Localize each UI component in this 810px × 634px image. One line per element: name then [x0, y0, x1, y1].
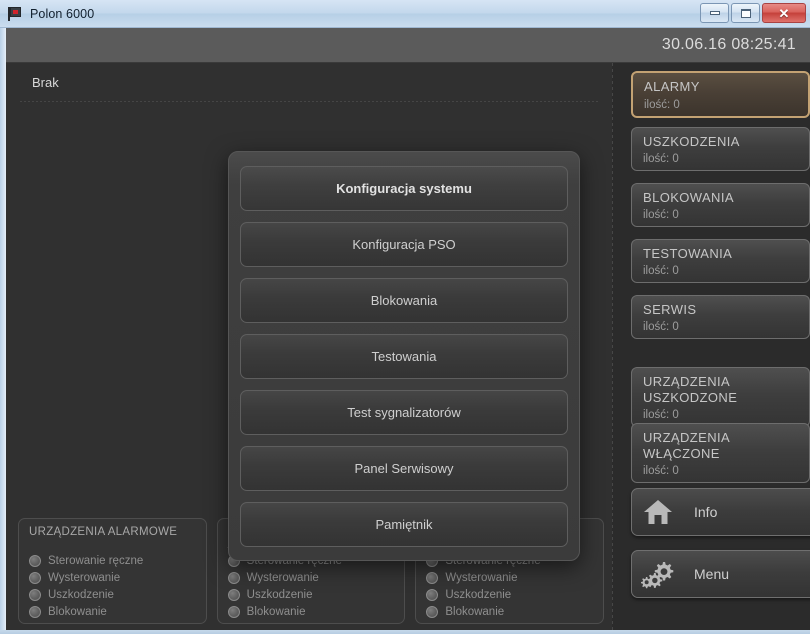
sidebar-status-title: USZKODZENIA: [643, 134, 740, 149]
device-indicator-row: Sterowanie ręczne: [29, 552, 196, 569]
device-indicator-row: Uszkodzenie: [426, 586, 593, 603]
device-indicator-row: Uszkodzenie: [29, 586, 196, 603]
led-indicator-icon: [426, 588, 439, 601]
device-indicator-row: Uszkodzenie: [227, 586, 395, 603]
home-icon: [632, 498, 684, 526]
device-indicator-row: Blokowanie: [29, 603, 196, 620]
sidebar-status-button[interactable]: SERWIS ilość: 0: [631, 295, 810, 339]
top-status-strip: 30.06.16 08:25:41: [6, 28, 810, 63]
led-indicator-icon: [29, 554, 41, 567]
sidebar-status-button[interactable]: USZKODZENIA ilość: 0: [631, 127, 810, 171]
menu-dialog-button[interactable]: Blokowania: [240, 278, 568, 323]
led-indicator-icon: [29, 571, 41, 584]
minimize-button[interactable]: [700, 3, 729, 23]
led-indicator-icon: [227, 571, 240, 584]
led-indicator-icon: [29, 605, 41, 618]
sidebar-status-title: BLOKOWANIA: [643, 190, 734, 205]
menu-dialog-button[interactable]: Pamiętnik: [240, 502, 568, 547]
device-indicator-label: Sterowanie ręczne: [48, 554, 144, 567]
content-divider: [20, 101, 600, 102]
datetime-display: 30.06.16 08:25:41: [661, 36, 796, 53]
gears-icon: [632, 559, 684, 589]
sidebar-status-count: ilość: 0: [644, 99, 680, 111]
device-indicator-row: Blokowanie: [227, 603, 395, 620]
sidebar-status-title: SERWIS: [643, 302, 697, 317]
close-icon: ✕: [778, 5, 790, 21]
menu-dialog-button[interactable]: Konfiguracja PSO: [240, 222, 568, 267]
sidebar-status-button[interactable]: BLOKOWANIA ilość: 0: [631, 183, 810, 227]
sidebar-status-count: ilość: 0: [643, 209, 679, 221]
device-indicator-label: Uszkodzenie: [246, 588, 313, 601]
device-indicator-row: Wysterowanie: [29, 569, 196, 586]
device-indicator-label: Wysterowanie: [246, 571, 319, 584]
sidebar-status-title: TESTOWANIA: [643, 246, 733, 261]
sidebar-action-button[interactable]: Info: [631, 488, 810, 536]
sidebar-status-count: ilość: 0: [643, 321, 679, 333]
window-title: Polon 6000: [30, 6, 95, 21]
sidebar-status-button[interactable]: ALARMY ilość: 0: [631, 71, 810, 118]
sidebar-status-button[interactable]: URZĄDZENIA WŁĄCZONE ilość: 0: [631, 423, 810, 483]
sidebar-status-title: URZĄDZENIA USZKODZONE: [643, 374, 738, 405]
application-window: Polon 6000 ✕ 30.06.16 08:25:41 Brak URZĄ…: [0, 0, 810, 634]
device-indicator-label: Blokowanie: [246, 605, 306, 618]
maximize-button[interactable]: [731, 3, 760, 23]
device-indicator-label: Blokowanie: [48, 605, 107, 618]
sidebar-status-count: ilość: 0: [643, 153, 679, 165]
device-panel: URZĄDZENIA ALARMOWE Sterowanie ręczne Wyst…: [18, 518, 207, 624]
sidebar-action-button[interactable]: Menu: [631, 550, 810, 598]
sidebar-status-title: URZĄDZENIA WŁĄCZONE: [643, 430, 731, 461]
sidebar: ALARMY ilość: 0 USZKODZENIA ilość: 0 BLOKOWA…: [619, 63, 810, 630]
title-bar: Polon 6000 ✕: [0, 0, 810, 28]
device-indicator-label: Uszkodzenie: [48, 588, 114, 601]
menu-dialog-button[interactable]: Panel Serwisowy: [240, 446, 568, 491]
device-indicator-label: Uszkodzenie: [445, 588, 512, 601]
led-indicator-icon: [227, 605, 240, 618]
device-indicator-label: Wysterowanie: [445, 571, 518, 584]
device-indicator-label: Wysterowanie: [48, 571, 121, 584]
sidebar-status-count: ilość: 0: [643, 409, 679, 421]
device-panel-title: URZĄDZENIA ALARMOWE: [29, 526, 178, 538]
led-indicator-icon: [29, 588, 41, 601]
sidebar-divider: [612, 63, 613, 630]
led-indicator-icon: [426, 605, 439, 618]
menu-dialog-button[interactable]: Konfiguracja systemu: [240, 166, 568, 211]
led-indicator-icon: [227, 588, 240, 601]
sidebar-action-label: Menu: [694, 566, 730, 582]
sidebar-status-title: ALARMY: [644, 79, 700, 94]
sidebar-status-count: ilość: 0: [643, 465, 679, 477]
main-screen: Brak URZĄDZENIA ALARMOWE Sterowanie ręczn…: [6, 63, 810, 630]
sidebar-status-button[interactable]: TESTOWANIA ilość: 0: [631, 239, 810, 283]
sidebar-status-button[interactable]: URZĄDZENIA USZKODZONE ilość: 0: [631, 367, 810, 427]
polon-flag-icon: [7, 6, 23, 22]
menu-dialog-button[interactable]: Testowania: [240, 334, 568, 379]
menu-dialog-button[interactable]: Test sygnalizatorów: [240, 390, 568, 435]
device-indicator-row: Blokowanie: [426, 603, 593, 620]
window-body: 30.06.16 08:25:41 Brak URZĄDZENIA ALARMO…: [0, 28, 810, 634]
window-bottom-edge: [0, 630, 810, 634]
minimize-icon: [709, 11, 720, 15]
menu-dialog: Konfiguracja systemu Konfiguracja PSO Blok…: [228, 151, 580, 561]
device-indicator-row: Wysterowanie: [426, 569, 593, 586]
maximize-icon: [740, 8, 751, 18]
sidebar-action-label: Info: [694, 504, 718, 520]
window-controls: ✕: [700, 3, 806, 23]
sidebar-status-count: ilość: 0: [643, 265, 679, 277]
close-button[interactable]: ✕: [762, 3, 806, 23]
device-indicator-label: Blokowanie: [445, 605, 505, 618]
device-indicator-row: Wysterowanie: [227, 569, 395, 586]
led-indicator-icon: [426, 571, 439, 584]
status-text: Brak: [32, 75, 59, 90]
